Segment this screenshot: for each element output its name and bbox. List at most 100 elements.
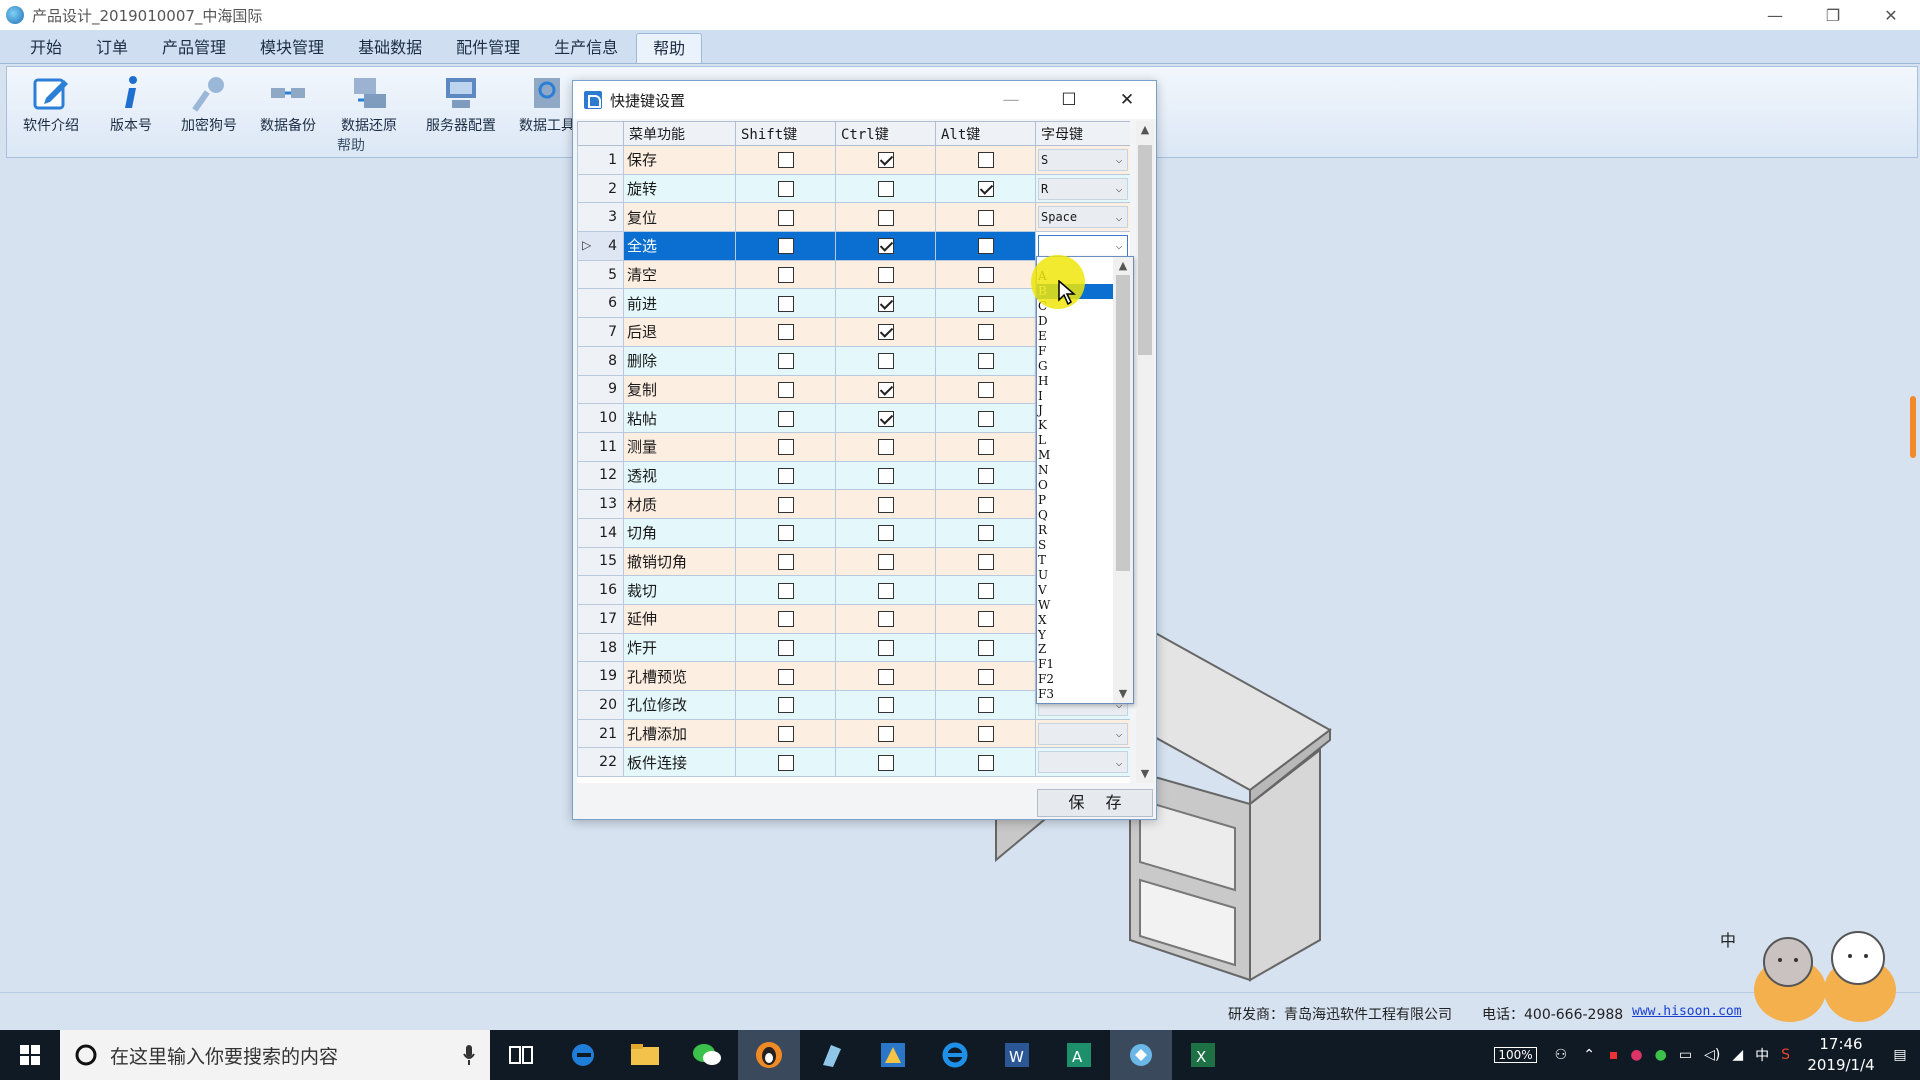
function-name-cell[interactable]: 炸开 — [623, 632, 736, 663]
dropdown-option[interactable]: I — [1037, 389, 1113, 404]
alt-checkbox[interactable] — [977, 697, 994, 714]
shift-checkbox[interactable] — [777, 754, 794, 771]
row-number[interactable]: 16 — [577, 575, 624, 605]
dropdown-option[interactable]: K — [1037, 418, 1113, 433]
alt-checkbox[interactable] — [977, 181, 994, 198]
dialog-minimize-button[interactable]: — — [982, 81, 1040, 119]
scroll-down-arrow[interactable]: ▼ — [1136, 765, 1154, 783]
dropdown-option[interactable]: D — [1037, 314, 1113, 329]
alt-checkbox[interactable] — [977, 668, 994, 685]
row-number[interactable]: 8 — [577, 345, 624, 376]
ctrl-checkbox[interactable] — [877, 209, 894, 226]
function-name-cell[interactable]: 复位 — [623, 202, 736, 233]
alt-checkbox[interactable] — [977, 439, 994, 456]
dropdown-option[interactable]: Q — [1037, 508, 1113, 523]
function-name-cell[interactable]: 保存 — [623, 145, 736, 175]
alt-checkbox[interactable] — [977, 152, 994, 169]
alt-checkbox[interactable] — [977, 381, 994, 398]
letter-key-combobox[interactable]: ⌵ — [1038, 751, 1128, 774]
alt-checkbox[interactable] — [977, 754, 994, 771]
alt-checkbox[interactable] — [977, 267, 994, 284]
dongle-number-button[interactable]: 加密狗号 — [171, 71, 247, 137]
function-name-cell[interactable]: 删除 — [623, 345, 736, 376]
function-name-cell[interactable]: 透视 — [623, 460, 736, 491]
dropdown-scroll-thumb[interactable] — [1116, 275, 1130, 571]
alt-checkbox[interactable] — [977, 353, 994, 370]
shortcut-row[interactable]: 1 保存 S ⌵ — [577, 145, 1130, 175]
chevron-down-icon[interactable]: ⌵ — [1111, 207, 1127, 227]
dropdown-scrollbar[interactable]: ▲ ▼ — [1113, 257, 1133, 703]
shift-checkbox[interactable] — [777, 209, 794, 226]
alt-checkbox[interactable] — [977, 324, 994, 341]
row-number[interactable]: 21 — [577, 718, 624, 749]
volume-icon[interactable]: ◁) — [1704, 1047, 1720, 1063]
function-name-cell[interactable]: 撤销切角 — [623, 546, 736, 577]
column-header-ctrl[interactable]: Ctrl键 — [835, 121, 936, 146]
ctrl-checkbox[interactable] — [877, 640, 894, 657]
letter-key-combobox[interactable]: ⌵ — [1038, 234, 1128, 257]
tab-product-management[interactable]: 产品管理 — [146, 33, 242, 63]
server-config-button[interactable]: 服务器配置 — [419, 71, 503, 137]
dropdown-option[interactable]: M — [1037, 448, 1113, 463]
chevron-down-icon[interactable]: ⌵ — [1111, 179, 1127, 199]
row-number[interactable]: 14 — [577, 517, 624, 548]
row-number[interactable]: 5 — [577, 259, 624, 290]
ctrl-checkbox[interactable] — [877, 152, 894, 169]
dropdown-option[interactable]: W — [1037, 598, 1113, 613]
shift-checkbox[interactable] — [777, 267, 794, 284]
row-number[interactable]: 7 — [577, 317, 624, 347]
taskbar-edge[interactable] — [552, 1030, 614, 1080]
dropdown-option[interactable]: Y — [1037, 628, 1113, 643]
function-name-cell[interactable]: 全选 — [623, 231, 736, 261]
row-number[interactable]: 17 — [577, 604, 624, 634]
taskbar-word[interactable]: W — [986, 1030, 1048, 1080]
letter-key-combobox[interactable]: Space ⌵ — [1038, 206, 1128, 229]
ctrl-checkbox[interactable] — [877, 496, 894, 513]
function-name-cell[interactable]: 孔位修改 — [623, 690, 736, 720]
shift-checkbox[interactable] — [777, 640, 794, 657]
function-name-cell[interactable]: 切角 — [623, 517, 736, 548]
function-name-cell[interactable]: 裁切 — [623, 575, 736, 605]
row-number[interactable]: 20 — [577, 690, 624, 720]
alt-checkbox[interactable] — [977, 525, 994, 542]
alt-checkbox[interactable] — [977, 553, 994, 570]
alt-checkbox[interactable] — [977, 209, 994, 226]
ctrl-checkbox[interactable] — [877, 238, 894, 255]
dropdown-option[interactable]: T — [1037, 553, 1113, 568]
row-number[interactable]: 6 — [577, 288, 624, 319]
row-number[interactable]: 12 — [577, 460, 624, 491]
shift-checkbox[interactable] — [777, 181, 794, 198]
shift-checkbox[interactable] — [777, 467, 794, 484]
shift-checkbox[interactable] — [777, 238, 794, 255]
dropdown-option[interactable]: F1 — [1037, 657, 1113, 672]
shift-checkbox[interactable] — [777, 611, 794, 628]
function-name-cell[interactable]: 后退 — [623, 317, 736, 347]
shift-checkbox[interactable] — [777, 439, 794, 456]
chevron-down-icon[interactable]: ⌵ — [1111, 752, 1127, 772]
row-number[interactable]: 3 — [577, 202, 624, 233]
shift-checkbox[interactable] — [777, 410, 794, 427]
wechat-tray-icon[interactable]: ● — [1655, 1047, 1667, 1063]
alt-checkbox[interactable] — [977, 726, 994, 743]
dropdown-option[interactable]: N — [1037, 463, 1113, 478]
ctrl-checkbox[interactable] — [877, 295, 894, 312]
alt-checkbox[interactable] — [977, 496, 994, 513]
shift-checkbox[interactable] — [777, 553, 794, 570]
dropdown-option[interactable]: J — [1037, 403, 1113, 418]
chevron-down-icon[interactable]: ⌵ — [1111, 236, 1127, 256]
people-icon[interactable]: ⚇ — [1555, 1047, 1568, 1063]
dropdown-option[interactable]: F3 — [1037, 687, 1113, 702]
function-name-cell[interactable]: 前进 — [623, 288, 736, 319]
alt-checkbox[interactable] — [977, 410, 994, 427]
alt-checkbox[interactable] — [977, 582, 994, 599]
function-name-cell[interactable]: 孔槽添加 — [623, 718, 736, 749]
notification-icon[interactable]: ▤ — [1880, 1047, 1920, 1063]
battery-icon[interactable]: 100% — [1494, 1047, 1537, 1063]
row-number[interactable]: 15 — [577, 546, 624, 577]
function-name-cell[interactable]: 旋转 — [623, 173, 736, 204]
ctrl-checkbox[interactable] — [877, 467, 894, 484]
taskbar-app-6[interactable] — [800, 1030, 862, 1080]
tab-production-info[interactable]: 生产信息 — [538, 33, 634, 63]
dialog-close-button[interactable]: ✕ — [1098, 81, 1156, 119]
dropdown-option[interactable]: F2 — [1037, 672, 1113, 687]
